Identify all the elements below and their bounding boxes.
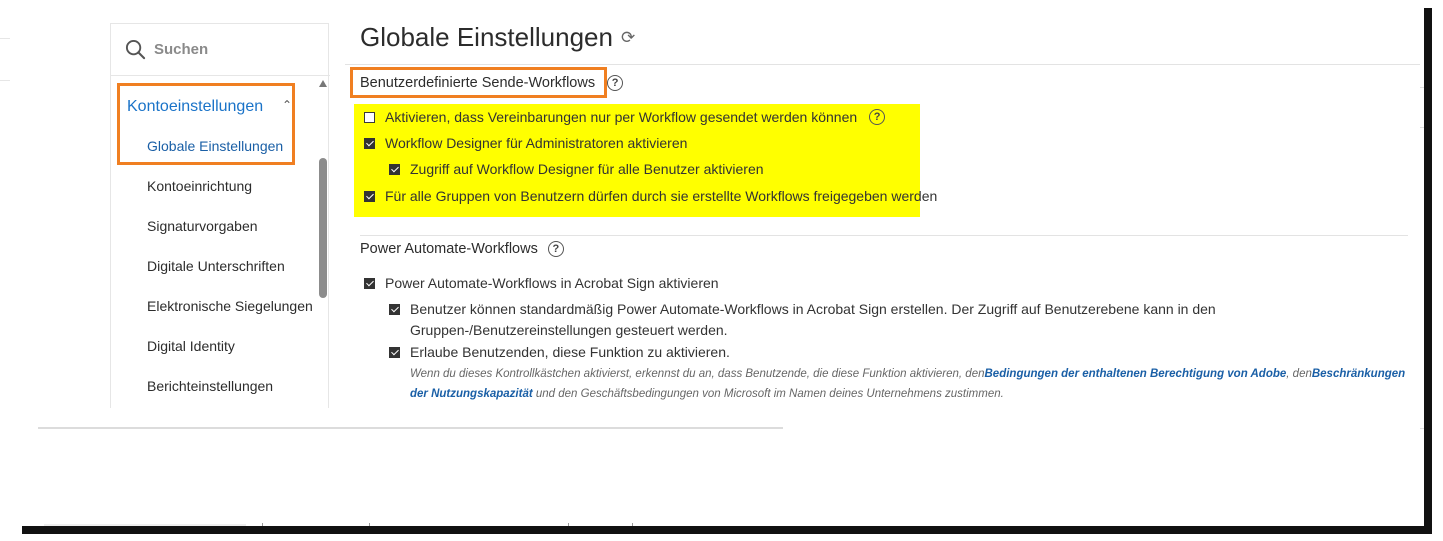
option-label: Erlaube Benutzenden, diese Funktion zu a…	[410, 344, 730, 360]
option-label: Für alle Gruppen von Benutzern dürfen du…	[385, 188, 938, 204]
option-label: Benutzer können standardmäßig Power Auto…	[410, 301, 1216, 338]
search-icon	[125, 39, 146, 60]
sidebar-scrollbar[interactable]	[316, 76, 330, 409]
option-share-workflows[interactable]: Für alle Gruppen von Benutzern dürfen du…	[364, 188, 937, 207]
power-automate-heading: Power Automate-Workflows ?	[360, 241, 564, 257]
custom-workflows-heading-text: Benutzerdefinierte Sende-Workflows	[360, 75, 596, 91]
power-automate-heading-text: Power Automate-Workflows	[360, 241, 538, 257]
option-label: Zugriff auf Workflow Designer für alle B…	[410, 161, 764, 177]
sidebar-item-digitale-unterschriften[interactable]: Digitale Unterschriften	[147, 258, 285, 274]
sidebar-item-kontoeinrichtung[interactable]: Kontoeinrichtung	[147, 178, 252, 194]
sidebar-item-digital-identity[interactable]: Digital Identity	[147, 338, 235, 354]
sidebar-item-signaturvorgaben[interactable]: Signaturvorgaben	[147, 218, 258, 234]
search-box[interactable]: Suchen	[111, 24, 330, 76]
power-automate-note: Wenn du dieses Kontrollkästchen aktivier…	[410, 364, 1420, 404]
help-icon[interactable]: ?	[869, 109, 886, 125]
settings-sidebar: Suchen Kontoeinstellungen ⌃ Globale Eins…	[110, 23, 330, 409]
help-icon[interactable]: ?	[547, 241, 564, 257]
checkbox-share-workflows[interactable]	[364, 191, 375, 202]
sidebar-item-berichteinstellungen[interactable]: Berichteinstellungen	[147, 378, 273, 394]
search-placeholder: Suchen	[154, 41, 209, 58]
note-text: , den	[1286, 368, 1312, 380]
section-divider	[360, 235, 1408, 236]
note-text: und den Geschäftsbedingungen von Microso…	[532, 388, 1004, 400]
scroll-up-arrow-icon[interactable]	[319, 80, 327, 87]
help-icon[interactable]: ?	[607, 75, 624, 91]
checkbox-power-automate-enable[interactable]	[364, 278, 375, 289]
option-power-automate-enable[interactable]: Power Automate-Workflows in Acrobat Sign…	[364, 275, 719, 294]
checkbox-designer-all-users[interactable]	[389, 164, 400, 175]
sidebar-item-elektronische-siegelungen[interactable]: Elektronische Siegelungen	[147, 298, 313, 314]
checkbox-designer-admins[interactable]	[364, 138, 375, 149]
page-title: Globale Einstellungen ⟳	[360, 22, 635, 53]
option-label: Power Automate-Workflows in Acrobat Sign…	[385, 275, 719, 291]
custom-workflows-heading: Benutzerdefinierte Sende-Workflows ?	[360, 75, 624, 91]
note-text: Wenn du dieses Kontrollkästchen aktivier…	[410, 368, 985, 380]
frame-shadow	[1424, 8, 1432, 534]
checkbox-power-automate-default[interactable]	[389, 304, 400, 315]
option-power-automate-default[interactable]: Benutzer können standardmäßig Power Auto…	[389, 301, 1379, 341]
edge-line	[0, 80, 10, 81]
content-bottom-divider	[38, 427, 783, 429]
title-divider	[345, 64, 1420, 65]
option-allow-users[interactable]: Erlaube Benutzenden, diese Funktion zu a…	[389, 344, 730, 363]
page-title-text: Globale Einstellungen	[360, 22, 613, 52]
frame-shadow	[22, 526, 1430, 534]
adobe-entitlement-link[interactable]: Bedingungen der enthaltenen Berechtigung…	[985, 368, 1287, 380]
option-designer-all-users[interactable]: Zugriff auf Workflow Designer für alle B…	[389, 161, 764, 180]
option-label: Workflow Designer für Administratoren ak…	[385, 135, 688, 151]
edge-line	[0, 38, 10, 39]
highlight-box-sidebar	[117, 83, 295, 165]
option-designer-admins[interactable]: Workflow Designer für Administratoren ak…	[364, 135, 687, 154]
checkbox-allow-users[interactable]	[389, 347, 400, 358]
checkbox-workflow-only[interactable]	[364, 112, 375, 123]
option-label: Aktivieren, dass Vereinbarungen nur per …	[385, 109, 858, 125]
refresh-icon[interactable]: ⟳	[621, 28, 635, 48]
scrollbar-thumb[interactable]	[319, 158, 327, 298]
option-workflow-only[interactable]: Aktivieren, dass Vereinbarungen nur per …	[364, 109, 886, 128]
